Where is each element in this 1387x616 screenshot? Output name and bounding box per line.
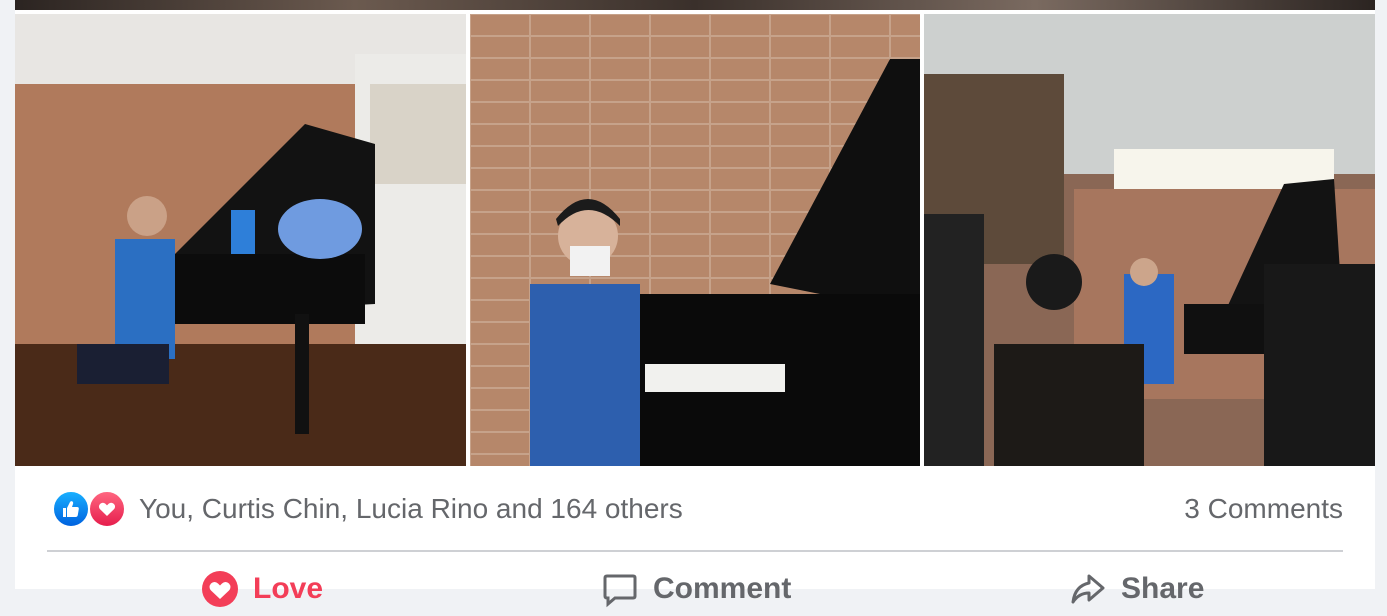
comment-bubble-icon [601,570,639,608]
photo-pianist-seated-bouquet[interactable] [15,14,466,466]
reactions-summary-row: You, Curtis Chin, Lucia Rino and 164 oth… [15,466,1375,552]
reactors-summary-link[interactable]: You, Curtis Chin, Lucia Rino and 164 oth… [139,493,683,525]
reaction-icons[interactable] [52,490,128,528]
share-button[interactable]: Share [1069,570,1204,608]
share-button-label: Share [1121,572,1205,605]
love-button-label: Love [253,572,324,605]
comment-button[interactable]: Comment [601,570,791,608]
like-icon [52,490,90,528]
share-arrow-icon [1069,570,1107,608]
divider [47,550,1343,552]
heart-icon [201,570,239,608]
love-button[interactable]: Love [201,570,323,608]
post-action-bar: Love Comment Share [15,556,1375,616]
photo-pianist-performing-audience[interactable] [924,14,1375,466]
previous-photo-row-edge[interactable] [15,0,1375,10]
photo-pianist-masked-at-piano[interactable] [470,14,920,466]
comment-button-label: Comment [653,572,792,605]
comments-count-link[interactable]: 3 Comments [1184,493,1343,525]
love-icon [88,490,126,528]
